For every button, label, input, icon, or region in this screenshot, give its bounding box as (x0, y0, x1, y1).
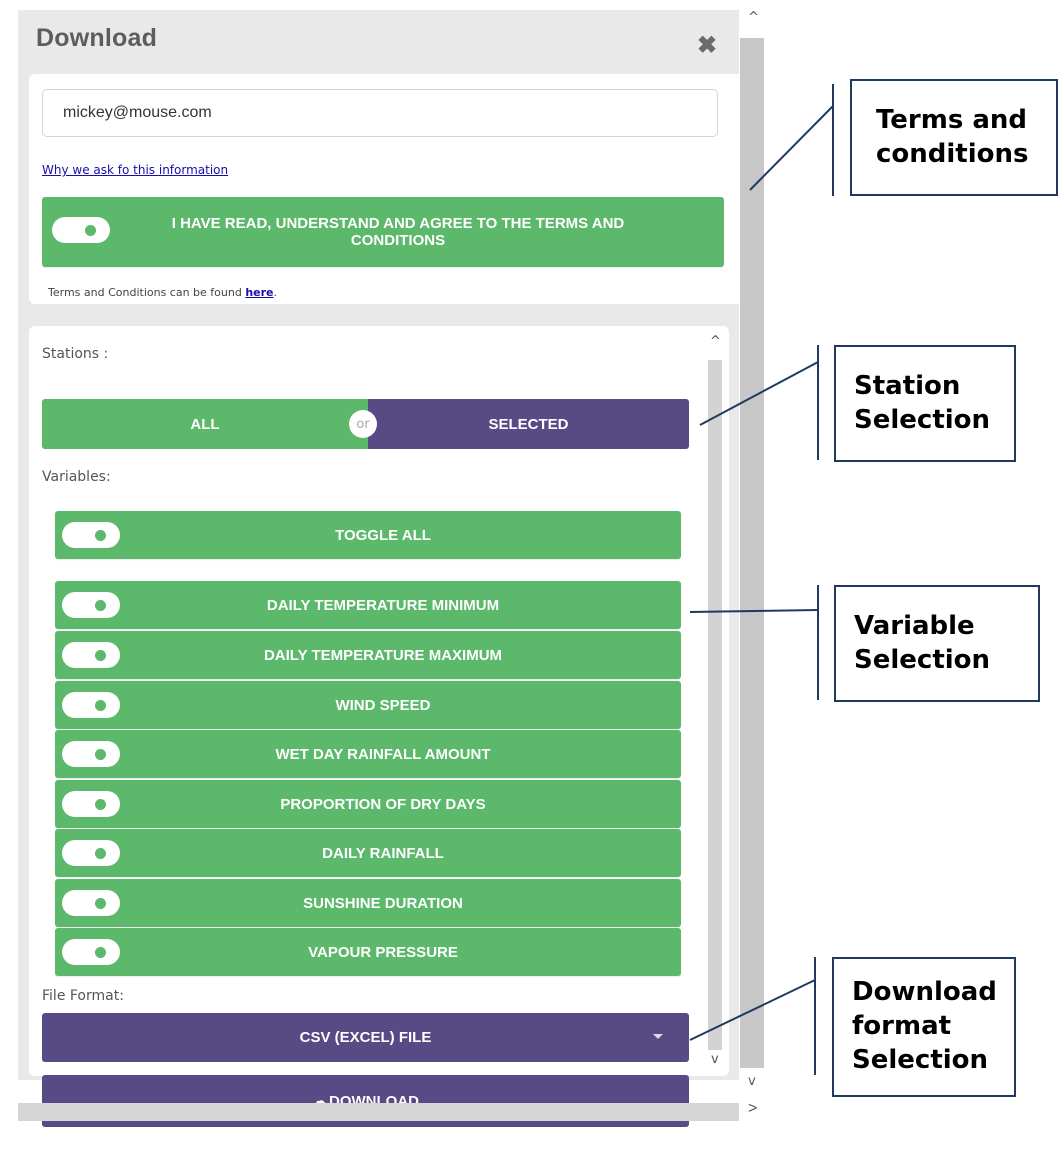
terms-callout-line (749, 105, 834, 191)
variable-callout: Variable Selection (834, 585, 1040, 702)
callout-line: format (852, 1011, 952, 1041)
variable-callout-line (689, 609, 819, 613)
callout-line: Variable (854, 611, 975, 641)
download-callout: Download format Selection (832, 957, 1016, 1097)
callout-line: conditions (876, 139, 1029, 169)
download-callout-line (689, 979, 816, 1041)
terms-callout: Terms and conditions (850, 79, 1058, 196)
callout-line: Selection (852, 1045, 989, 1075)
callout-line: Selection (854, 405, 991, 435)
callout-line: Download (852, 977, 997, 1007)
station-callout: Station Selection (834, 345, 1016, 462)
callout-line: Selection (854, 645, 991, 675)
station-callout-line (699, 361, 819, 426)
callout-line: Terms and (876, 105, 1028, 135)
callout-line: Station (854, 371, 961, 401)
